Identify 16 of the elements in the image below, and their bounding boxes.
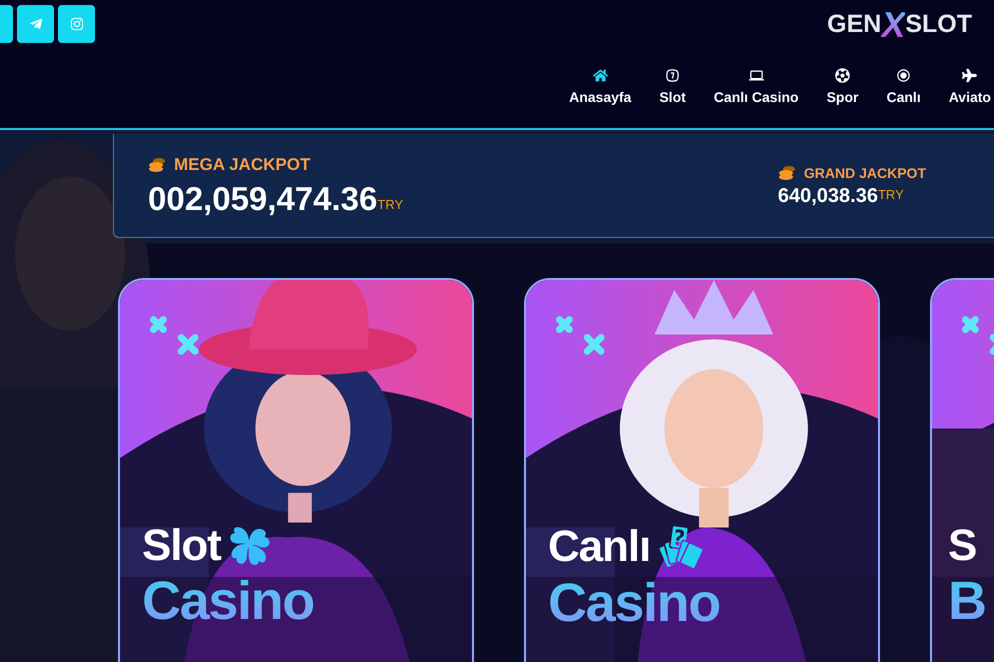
nav-link[interactable]: Canlı [886, 68, 921, 108]
social-button[interactable] [58, 5, 95, 43]
logo[interactable]: GENXSLOT [827, 6, 972, 44]
slot-machine-icon [665, 68, 680, 82]
nav-link[interactable]: Slot [659, 68, 686, 108]
nav-link[interactable]: Aviato [948, 68, 991, 108]
telegram-icon [28, 17, 42, 31]
live-icon [896, 68, 912, 82]
nav-link[interactable]: Spor [826, 68, 858, 108]
nav-link[interactable]: Canlı Casino [714, 68, 799, 108]
home-icon [592, 68, 608, 82]
laptop-icon [748, 68, 764, 82]
plane-icon [962, 68, 978, 82]
nav-link[interactable]: Anasayfa [569, 68, 632, 108]
social-button[interactable] [17, 5, 54, 43]
instagram-icon [70, 17, 84, 31]
